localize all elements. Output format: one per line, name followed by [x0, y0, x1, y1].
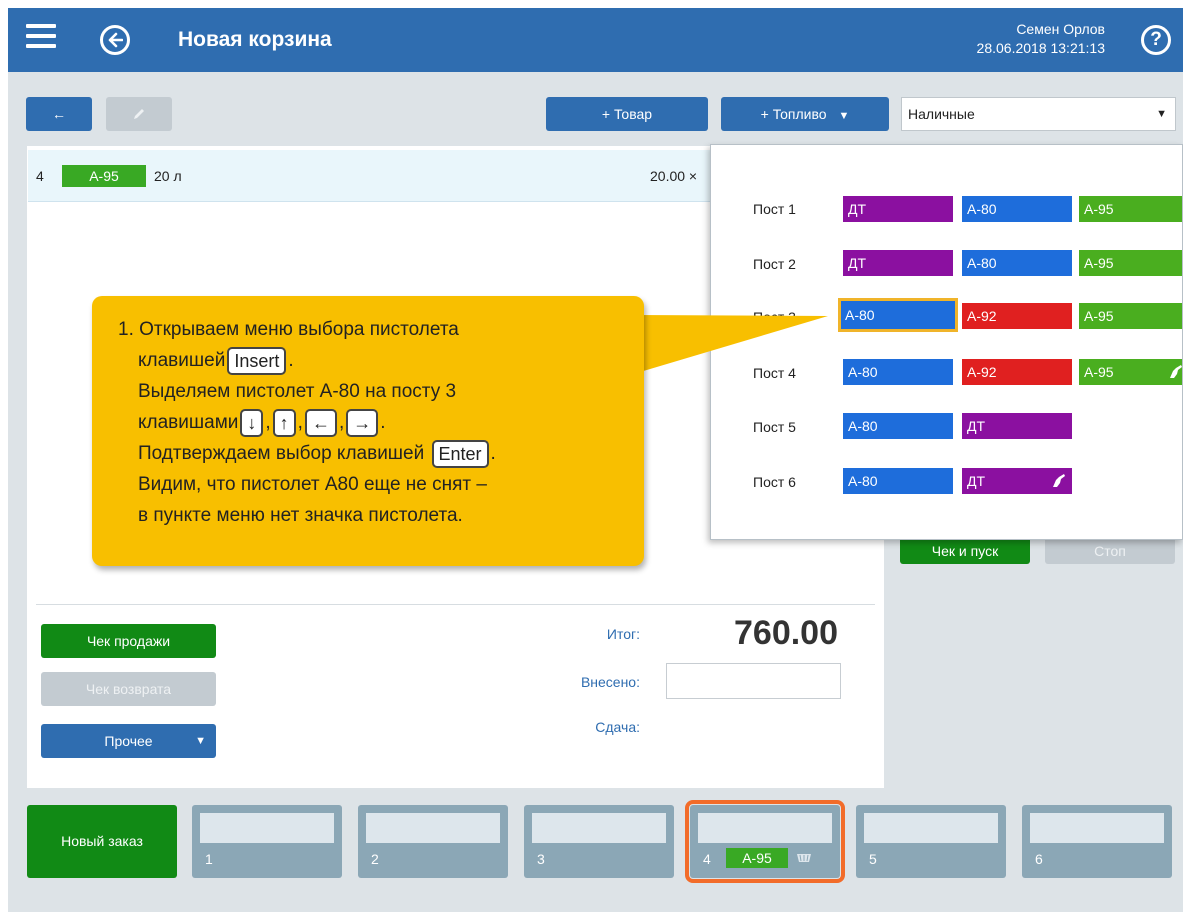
nozzle-option[interactable]: А-80	[843, 413, 953, 439]
nozzle-option[interactable]: А-95	[1079, 359, 1182, 385]
insert-key: Insert	[227, 346, 287, 375]
nozzle-option-selected[interactable]: А-80	[838, 298, 958, 332]
nozzle-option[interactable]: А-95	[1079, 196, 1182, 222]
current-datetime: 28.06.2018 13:21:13	[976, 40, 1105, 56]
order-tab-number: 4	[703, 851, 711, 867]
callout-line: клавишами ↓, ↑, ←, →.	[118, 407, 624, 438]
pencil-icon	[134, 109, 144, 119]
order-tab-1[interactable]: 1	[192, 805, 342, 878]
cart-item-number: 4	[36, 168, 44, 184]
divider	[36, 604, 875, 605]
cart-item-price: 20.00 ×	[650, 168, 698, 184]
post-label: Пост 2	[753, 256, 796, 272]
post-label: Пост 6	[753, 474, 796, 490]
order-tab-number: 1	[205, 851, 213, 867]
callout-line: 1. Открываем меню выбора пистолета	[118, 319, 459, 340]
fuel-pistol-icon	[1053, 474, 1065, 487]
other-actions-button[interactable]: Прочее ▼	[41, 724, 216, 758]
payment-method-select[interactable]: Наличные ▼	[901, 97, 1176, 131]
nozzle-label: А-95	[1084, 364, 1114, 380]
nozzle-option[interactable]: А-92	[962, 359, 1072, 385]
cart-item-quantity: 20 л	[154, 168, 182, 184]
order-tab-number: 5	[869, 851, 877, 867]
tutorial-callout: 1. Открываем меню выбора пистолета клави…	[92, 296, 644, 566]
callout-line: в пункте меню нет значка пистолета.	[138, 505, 463, 526]
add-product-button[interactable]: + Товар	[546, 97, 708, 131]
app-window: Новая корзина Семен Орлов 28.06.2018 13:…	[0, 0, 1183, 912]
right-arrow-key: →	[346, 408, 379, 437]
hamburger-menu-icon[interactable]	[26, 24, 56, 54]
order-tab-6[interactable]: 6	[1022, 805, 1172, 878]
return-receipt-button[interactable]: Чек возврата	[41, 672, 216, 706]
nozzle-option[interactable]: А-80	[843, 359, 953, 385]
order-tab-5[interactable]: 5	[856, 805, 1006, 878]
chevron-down-icon: ▼	[838, 110, 850, 122]
help-icon[interactable]: ?	[1141, 25, 1171, 55]
new-order-button[interactable]: Новый заказ	[27, 805, 177, 878]
fuel-pistol-icon	[1170, 365, 1182, 378]
other-actions-label: Прочее	[104, 733, 153, 749]
nozzle-option[interactable]: А-92	[962, 303, 1072, 329]
nozzle-label: ДТ	[967, 473, 986, 489]
callout-line: клавишей Insert.	[118, 345, 624, 376]
cart-item-fuel: А-95	[62, 165, 146, 187]
edit-button[interactable]	[106, 97, 172, 131]
order-tab-number: 2	[371, 851, 379, 867]
chevron-down-icon: ▼	[1156, 108, 1167, 120]
order-tab-2[interactable]: 2	[358, 805, 508, 878]
change-label: Сдача:	[595, 719, 640, 735]
add-fuel-label: + Топливо	[760, 106, 827, 122]
total-label: Итог:	[606, 626, 640, 642]
nozzle-option[interactable]: ДТ	[962, 413, 1072, 439]
page-title: Новая корзина	[178, 28, 332, 51]
nozzle-option[interactable]: А-95	[1079, 250, 1182, 276]
up-arrow-key: ↑	[272, 408, 296, 437]
nozzle-option[interactable]: ДТ	[962, 468, 1072, 494]
order-tab-3[interactable]: 3	[524, 805, 674, 878]
back-button[interactable]: ←	[26, 97, 92, 131]
order-tab-number: 3	[537, 851, 545, 867]
nozzle-option[interactable]: ДТ	[843, 196, 953, 222]
post-label: Пост 1	[753, 201, 796, 217]
order-tab-number: 6	[1035, 851, 1043, 867]
nozzle-option[interactable]: ДТ	[843, 250, 953, 276]
post-label: Пост 5	[753, 419, 796, 435]
user-info: Семен Орлов 28.06.2018 13:21:13	[977, 20, 1105, 58]
nozzle-option[interactable]: А-95	[1079, 303, 1182, 329]
back-arrow-icon[interactable]	[100, 25, 130, 55]
user-name: Семен Орлов	[1016, 21, 1105, 37]
nozzle-option[interactable]: А-80	[962, 196, 1072, 222]
callout-line: Видим, что пистолет А80 еще не снят –	[138, 474, 487, 495]
order-tab-4[interactable]: 4 А-95	[685, 800, 845, 883]
basket-icon	[797, 854, 811, 862]
nozzle-option[interactable]: А-80	[843, 468, 953, 494]
down-arrow-key: ↓	[240, 408, 264, 437]
payment-method-value: Наличные	[908, 106, 975, 122]
paid-input[interactable]	[666, 663, 841, 699]
callout-line: Подтверждаем выбор клавишей Enter.	[118, 438, 624, 469]
cart-item-row[interactable]: 4 А-95 20 л 20.00 ×	[28, 150, 718, 202]
callout-pointer	[630, 315, 828, 375]
total-value: 760.00	[734, 614, 838, 652]
order-tab-fuel: А-95	[726, 848, 788, 868]
callout-line: Выделяем пистолет А-80 на посту 3	[138, 381, 457, 402]
left-arrow-key: ←	[304, 408, 337, 437]
app-header: Новая корзина Семен Орлов 28.06.2018 13:…	[8, 8, 1183, 72]
add-fuel-button[interactable]: + Топливо ▼	[721, 97, 889, 131]
chevron-down-icon: ▼	[195, 735, 206, 747]
enter-key: Enter	[431, 439, 489, 468]
nozzle-option[interactable]: А-80	[962, 250, 1072, 276]
sale-receipt-button[interactable]: Чек продажи	[41, 624, 216, 658]
paid-label: Внесено:	[580, 674, 640, 690]
